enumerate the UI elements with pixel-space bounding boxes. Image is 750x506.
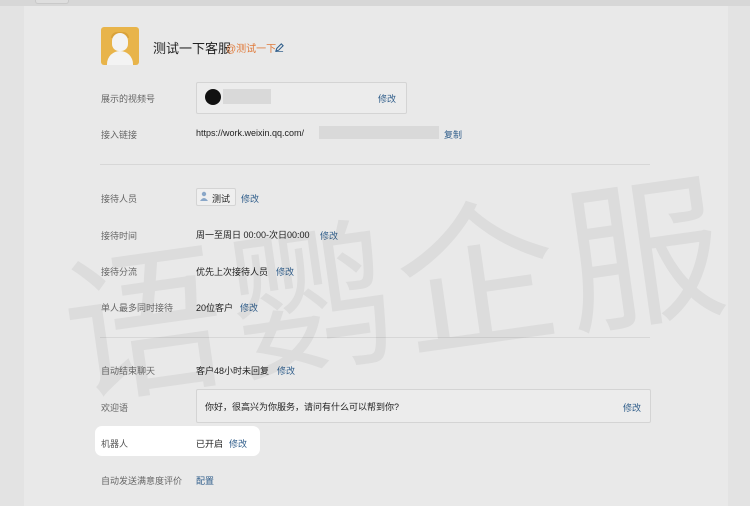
auto-end-label: 自动结束聊天 xyxy=(101,366,156,376)
survey-config[interactable]: 配置 xyxy=(196,474,214,487)
divider xyxy=(100,164,650,165)
max-edit[interactable]: 修改 xyxy=(240,301,258,314)
user-icon xyxy=(200,191,208,201)
link-value: https://work.weixin.qq.com/ xyxy=(196,128,305,138)
split-edit[interactable]: 修改 xyxy=(276,265,294,278)
time-value: 周一至周日 00:00-次日00:00 xyxy=(196,230,310,240)
video-channel-label: 展示的视频号 xyxy=(101,94,156,104)
max-value: 20位客户 xyxy=(196,303,234,313)
auto-end-edit[interactable]: 修改 xyxy=(277,364,295,377)
avatar xyxy=(101,27,139,65)
max-label: 单人最多同时接待 xyxy=(101,303,174,313)
staff-label: 接待人员 xyxy=(101,194,138,204)
channel-avatar xyxy=(205,89,221,105)
split-value: 优先上次接待人员 xyxy=(196,267,269,277)
robot-value: 已开启 xyxy=(196,439,224,449)
link-redacted xyxy=(319,126,439,139)
video-channel-edit[interactable]: 修改 xyxy=(378,92,396,105)
split-label: 接待分流 xyxy=(101,267,138,277)
welcome-value: 你好，很高兴为你服务，请问有什么可以帮到你? xyxy=(205,402,400,412)
divider xyxy=(100,337,650,338)
account-handle: @测试一下 xyxy=(226,44,277,55)
robot-edit[interactable]: 修改 xyxy=(229,437,247,450)
staff-name: 测试 xyxy=(212,194,231,204)
link-copy[interactable]: 复制 xyxy=(444,128,462,141)
avatar-body xyxy=(107,51,133,65)
welcome-label: 欢迎语 xyxy=(101,403,129,413)
time-label: 接待时间 xyxy=(101,231,138,241)
channel-name-redacted xyxy=(223,89,271,104)
pencil-icon[interactable] xyxy=(275,43,284,52)
survey-label: 自动发送满意度评价 xyxy=(101,476,183,486)
link-label: 接入链接 xyxy=(101,130,138,140)
top-bar-button[interactable] xyxy=(35,0,69,4)
auto-end-value: 客户48小时未回复 xyxy=(196,366,270,376)
robot-label: 机器人 xyxy=(101,439,129,449)
avatar-head xyxy=(112,33,128,51)
welcome-edit[interactable]: 修改 xyxy=(623,401,641,414)
staff-edit[interactable]: 修改 xyxy=(241,192,259,205)
account-name: 测试一下客服 xyxy=(153,41,232,56)
time-edit[interactable]: 修改 xyxy=(320,229,338,242)
